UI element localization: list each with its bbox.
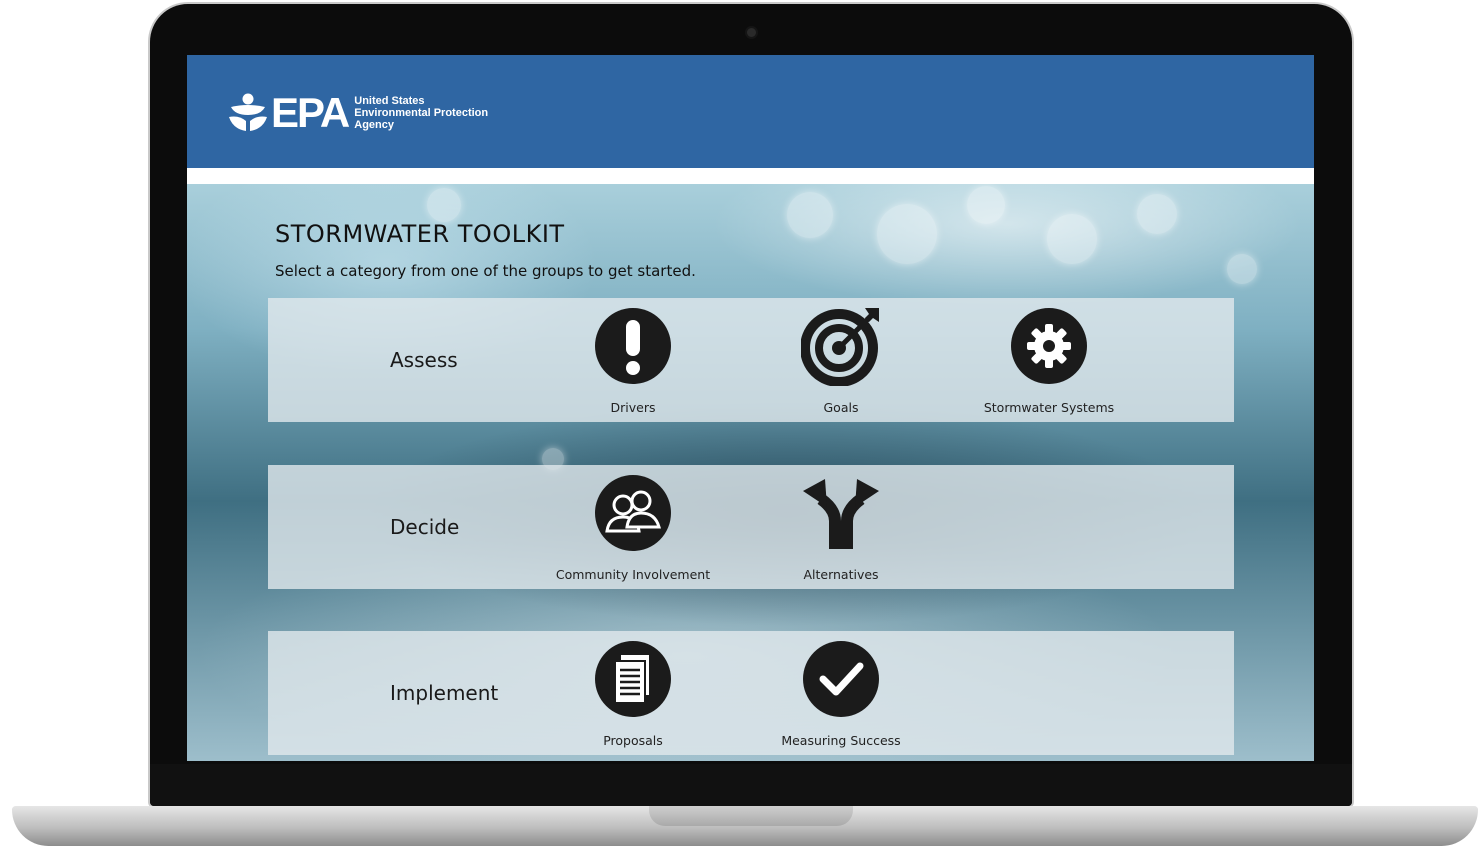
group-label-assess: Assess: [390, 348, 458, 372]
category-label: Measuring Success: [781, 733, 901, 748]
category-drivers[interactable]: Drivers: [548, 306, 718, 415]
page-title: STORMWATER TOOLKIT: [275, 220, 565, 248]
bokeh-light: [877, 204, 937, 264]
laptop-frame: EPA United States Environmental Protecti…: [150, 4, 1352, 806]
bokeh-light: [1047, 214, 1097, 264]
bokeh-light: [427, 188, 461, 222]
camera-icon: [747, 28, 756, 37]
category-label: Goals: [823, 400, 859, 415]
exclamation-icon: [595, 308, 671, 384]
category-label: Stormwater Systems: [983, 400, 1115, 415]
epa-logo-text: EPA: [271, 89, 350, 136]
page-subtitle: Select a category from one of the groups…: [275, 262, 696, 280]
laptop-notch: [649, 806, 853, 826]
bokeh-light: [1227, 254, 1257, 284]
category-community-involvement[interactable]: Community Involvement: [548, 473, 718, 582]
bokeh-light: [967, 186, 1005, 224]
category-alternatives[interactable]: Alternatives: [756, 473, 926, 582]
agency-line-2: Environmental Protection: [354, 107, 489, 119]
people-icon: [595, 475, 671, 551]
checkmark-icon: [803, 641, 879, 717]
group-label-implement: Implement: [390, 681, 499, 705]
gear-icon: [1011, 308, 1087, 384]
water-background: STORMWATER TOOLKIT Select a category fro…: [187, 184, 1314, 761]
category-label: Alternatives: [803, 567, 879, 582]
fork-arrows-icon: [803, 479, 879, 549]
document-icon: [595, 641, 671, 717]
group-assess: Assess Drivers Goals Stormwater Systems: [268, 298, 1234, 422]
category-stormwater-systems[interactable]: Stormwater Systems: [964, 306, 1134, 415]
category-goals[interactable]: Goals: [756, 306, 926, 415]
category-label: Drivers: [610, 400, 656, 415]
laptop-bezel: [150, 764, 1352, 806]
epa-logo[interactable]: EPA United States Environmental Protecti…: [227, 89, 488, 136]
bokeh-light: [787, 192, 833, 238]
agency-line-3: Agency: [354, 119, 394, 131]
epa-header: EPA United States Environmental Protecti…: [187, 55, 1314, 168]
header-divider: [187, 168, 1314, 184]
category-proposals[interactable]: Proposals: [548, 639, 718, 748]
category-label: Proposals: [603, 733, 663, 748]
app-screen: EPA United States Environmental Protecti…: [187, 55, 1314, 761]
category-label: Community Involvement: [555, 567, 711, 582]
group-label-decide: Decide: [390, 515, 460, 539]
bokeh-light: [1137, 194, 1177, 234]
agency-line-1: United States: [354, 95, 425, 107]
category-measuring-success[interactable]: Measuring Success: [756, 639, 926, 748]
target-icon: [801, 308, 879, 386]
epa-flower-icon: [229, 93, 267, 131]
agency-name: United States Environmental Protection A…: [354, 95, 488, 131]
group-decide: Decide Community Involvement Alternative…: [268, 465, 1234, 589]
group-implement: Implement Proposals Measuring Success: [268, 631, 1234, 755]
